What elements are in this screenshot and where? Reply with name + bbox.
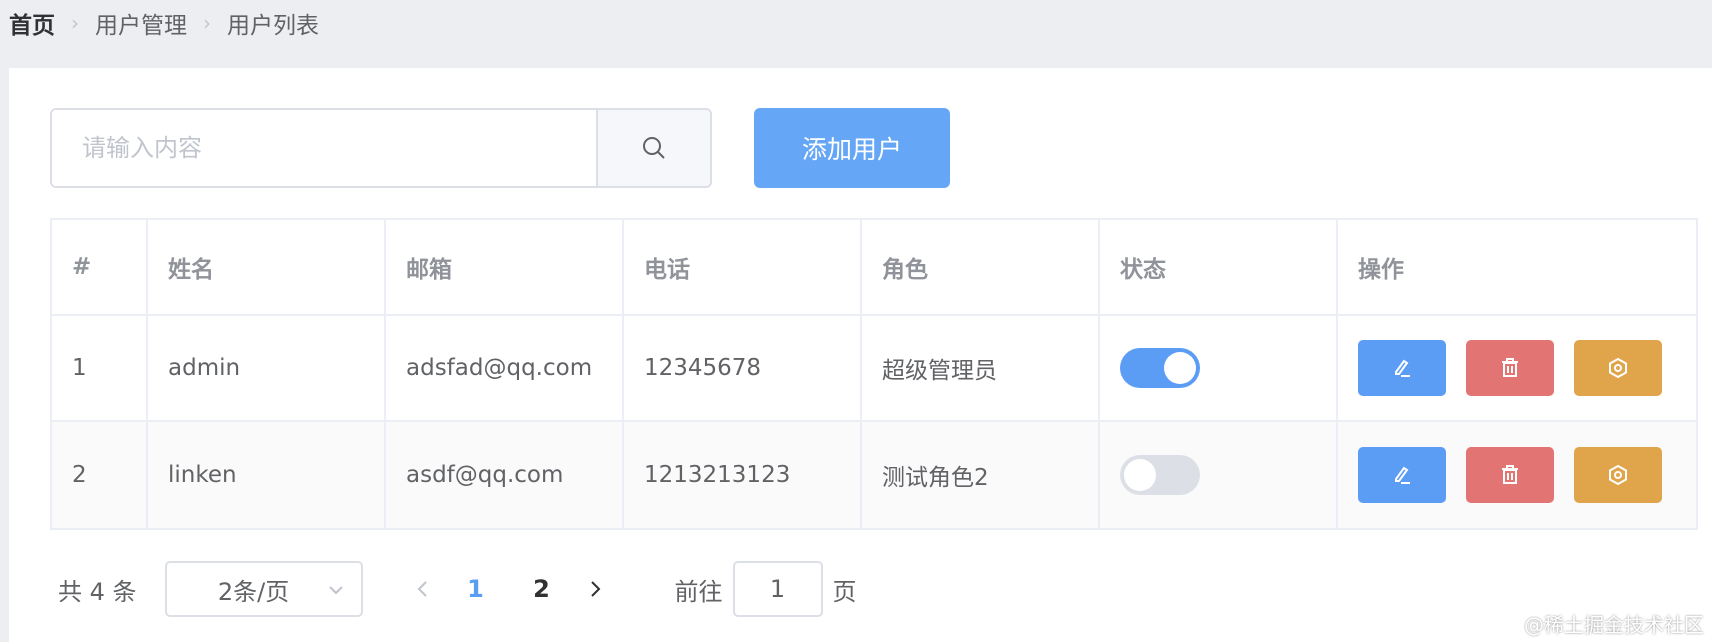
cell-email: adsfad@qq.com xyxy=(386,316,624,420)
setting-button[interactable] xyxy=(1574,340,1662,396)
cell-role: 测试角色2 xyxy=(862,422,1100,528)
next-page-button[interactable] xyxy=(575,579,615,599)
delete-icon xyxy=(1502,358,1518,377)
edit-icon xyxy=(1395,466,1410,484)
breadcrumb-separator-icon: › xyxy=(71,11,79,35)
breadcrumb: 首页 › 用户管理 › 用户列表 xyxy=(9,0,319,46)
cell-name: linken xyxy=(148,422,386,528)
page-number-1[interactable]: 1 xyxy=(443,575,509,603)
search-input[interactable] xyxy=(52,110,596,186)
header-role: 角色 xyxy=(862,220,1100,314)
watermark: @稀土掘金技术社区 xyxy=(1524,613,1704,637)
header-name: 姓名 xyxy=(148,220,386,314)
cell-index: 1 xyxy=(52,316,148,420)
breadcrumb-user-management[interactable]: 用户管理 xyxy=(95,6,187,40)
chevron-down-icon xyxy=(328,586,343,595)
delete-icon xyxy=(1502,465,1518,484)
cell-status xyxy=(1100,316,1338,420)
cell-status xyxy=(1100,422,1338,528)
breadcrumb-separator-icon: › xyxy=(203,11,211,35)
goto-suffix: 页 xyxy=(832,577,857,606)
switch-knob xyxy=(1124,459,1156,491)
prev-page-button[interactable] xyxy=(403,579,443,599)
cell-actions xyxy=(1338,422,1696,528)
header-phone: 电话 xyxy=(624,220,862,314)
breadcrumb-home[interactable]: 首页 xyxy=(9,6,55,40)
cell-phone: 12345678 xyxy=(624,316,862,420)
setting-button[interactable] xyxy=(1574,447,1662,503)
search-icon xyxy=(643,137,665,159)
status-switch[interactable] xyxy=(1120,455,1200,495)
cell-phone: 1213213123 xyxy=(624,422,862,528)
table-row: 2 linken asdf@qq.com 1213213123 测试角色2 xyxy=(52,422,1696,528)
delete-button[interactable] xyxy=(1466,447,1554,503)
user-table: # 姓名 邮箱 电话 角色 状态 操作 1 admin adsfad@qq.co… xyxy=(50,218,1698,530)
header-index: # xyxy=(52,220,148,314)
status-switch[interactable] xyxy=(1120,348,1200,388)
cell-role: 超级管理员 xyxy=(862,316,1100,420)
search-button[interactable] xyxy=(596,110,710,186)
gear-icon xyxy=(1609,464,1627,486)
add-user-button[interactable]: 添加用户 xyxy=(754,108,950,188)
cell-index: 2 xyxy=(52,422,148,528)
pagination-total: 共 4 条 xyxy=(58,577,137,606)
page-size-select[interactable]: 2条/页 xyxy=(164,561,363,617)
edit-button[interactable] xyxy=(1358,447,1446,503)
delete-button[interactable] xyxy=(1466,340,1554,396)
edit-icon xyxy=(1395,359,1410,377)
search-box xyxy=(50,108,712,188)
header-actions: 操作 xyxy=(1358,257,1404,283)
content-card: 添加用户 # 姓名 邮箱 电话 角色 状态 操作 1 admin adsfad@… xyxy=(9,68,1712,642)
goto-page-input[interactable] xyxy=(732,561,823,617)
header-email: 邮箱 xyxy=(386,220,624,314)
cell-actions xyxy=(1338,316,1696,420)
edit-button[interactable] xyxy=(1358,340,1446,396)
switch-knob xyxy=(1164,352,1196,384)
page-size-value: 2条/页 xyxy=(217,577,290,606)
goto-prefix: 前往 xyxy=(674,577,723,606)
breadcrumb-user-list: 用户列表 xyxy=(227,13,319,39)
cell-name: admin xyxy=(148,316,386,420)
header-status: 状态 xyxy=(1100,220,1338,314)
table-header-row: # 姓名 邮箱 电话 角色 状态 操作 xyxy=(52,220,1696,316)
chevron-left-icon xyxy=(417,581,427,597)
cell-email: asdf@qq.com xyxy=(386,422,624,528)
table-row: 1 admin adsfad@qq.com 12345678 超级管理员 xyxy=(52,316,1696,422)
chevron-right-icon xyxy=(590,581,600,597)
gear-icon xyxy=(1609,357,1627,379)
pagination: 共 4 条 2条/页 1 2 前往 页 xyxy=(50,561,857,617)
page-number-2[interactable]: 2 xyxy=(509,575,575,603)
